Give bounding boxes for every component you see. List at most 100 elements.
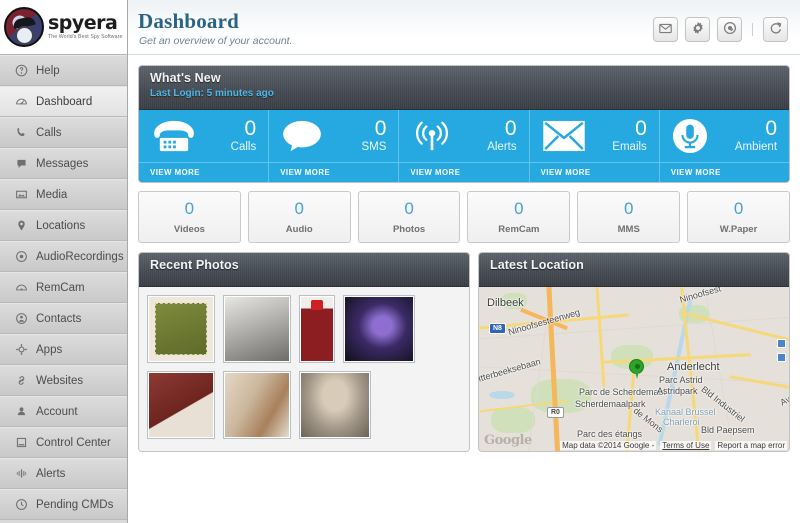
map-label: Kanaal Brussel bbox=[655, 407, 716, 417]
sidebar-item-locations[interactable]: Locations bbox=[0, 210, 127, 241]
microphone-icon bbox=[672, 118, 708, 154]
dashboard-app: spyera The World's Best Spy Software Hel… bbox=[0, 0, 800, 523]
map-label: Charleroi bbox=[663, 417, 700, 427]
location-marker[interactable] bbox=[629, 359, 644, 379]
ministat-label: Videos bbox=[173, 223, 205, 235]
thumb-vintage-collage[interactable] bbox=[223, 371, 291, 439]
messages-button[interactable] bbox=[653, 17, 678, 42]
sidebar-item-audiorecordings[interactable]: AudioRecordings bbox=[0, 241, 127, 272]
alert-signal-icon bbox=[14, 467, 28, 481]
page-subtitle: Get an overview of your account. bbox=[139, 35, 293, 47]
sidebar-item-label: Calls bbox=[36, 126, 62, 139]
view-more-link[interactable]: VIEW MORE bbox=[529, 162, 659, 182]
apps-gear-icon bbox=[14, 343, 28, 357]
thumb-girl-portrait[interactable] bbox=[299, 371, 371, 439]
tile-label: Emails bbox=[612, 141, 647, 154]
thumb-tablet-device[interactable] bbox=[343, 295, 415, 363]
ministat-audio[interactable]: 0 Audio bbox=[247, 191, 351, 243]
map-control-icon[interactable] bbox=[777, 353, 786, 362]
search-button[interactable] bbox=[717, 17, 742, 42]
sidebar-item-remcam[interactable]: RemCam bbox=[0, 272, 127, 303]
sidebar-item-calls[interactable]: Calls bbox=[0, 117, 127, 148]
sidebar-item-dashboard[interactable]: Dashboard bbox=[0, 86, 127, 117]
dashboard-icon bbox=[14, 95, 28, 109]
ministat-label: W.Paper bbox=[719, 223, 758, 235]
map-control-icon[interactable] bbox=[777, 339, 786, 348]
map-label: Parc des étangs bbox=[577, 429, 643, 439]
highway-badge: N8 bbox=[489, 323, 506, 334]
map-pin-icon bbox=[14, 219, 28, 233]
at-search-icon bbox=[723, 21, 737, 38]
view-more-link[interactable]: VIEW MORE bbox=[659, 162, 789, 182]
envelope-icon bbox=[659, 23, 672, 37]
ministat-value: 0 bbox=[733, 198, 744, 218]
view-more-link[interactable]: VIEW MORE bbox=[139, 162, 269, 182]
thumb-vintage-banner[interactable] bbox=[147, 295, 215, 363]
sidebar-item-label: Messages bbox=[36, 157, 89, 170]
map-label: Parc Astrid bbox=[659, 375, 703, 385]
user-icon bbox=[14, 405, 28, 419]
main-area: Dashboard Get an overview of your accoun… bbox=[128, 0, 800, 523]
sidebar-item-control-center[interactable]: Control Center bbox=[0, 427, 127, 458]
ministat-value: 0 bbox=[514, 198, 524, 218]
sidebar-item-label: AudioRecordings bbox=[36, 250, 124, 263]
settings-button[interactable] bbox=[685, 17, 710, 42]
map-water bbox=[489, 391, 515, 399]
speech-bubble-icon bbox=[281, 119, 323, 153]
ministat-remcam[interactable]: 0 RemCam bbox=[467, 191, 571, 243]
view-more-link[interactable]: VIEW MORE bbox=[399, 162, 529, 182]
ministat-mms[interactable]: 0 MMS bbox=[577, 191, 681, 243]
spy-detective-logo-icon bbox=[4, 7, 44, 47]
sidebar-item-websites[interactable]: Websites bbox=[0, 365, 127, 396]
sidebar-item-alerts[interactable]: Alerts bbox=[0, 458, 127, 489]
tile-ambient[interactable]: 0 Ambient VIEW MORE bbox=[659, 110, 789, 182]
map-label: Dilbeek bbox=[487, 297, 524, 309]
tile-calls[interactable]: 0 Calls VIEW MORE bbox=[139, 110, 270, 182]
ministat-videos[interactable]: 0 Videos bbox=[138, 191, 241, 243]
sidebar-item-pending-cmds[interactable]: Pending CMDs bbox=[0, 489, 127, 520]
view-more-link[interactable]: VIEW MORE bbox=[269, 162, 399, 182]
thumb-desk-tools-bw[interactable] bbox=[223, 295, 291, 363]
mini-stats-row: 0 Videos 0 Audio 0 Photos 0 RemCam 0 MMS… bbox=[138, 191, 790, 243]
thumb-red-gas-pump[interactable] bbox=[299, 295, 335, 363]
tile-label: Alerts bbox=[487, 141, 517, 154]
brand-logo[interactable]: spyera The World's Best Spy Software bbox=[0, 0, 127, 55]
sidebar-item-label: Alerts bbox=[36, 467, 66, 480]
stat-tiles: 0 Calls VIEW MORE 0 SMS VIEW MORE 0 Aler… bbox=[139, 110, 789, 182]
report-map-error-link[interactable]: Report a map error bbox=[715, 440, 787, 450]
latest-location-panel: Latest Location N8 R0 Dilbeek Ninoofsest… bbox=[478, 252, 790, 452]
whats-new-panel: What's New Last Login: 5 minutes ago 0 C… bbox=[138, 65, 790, 183]
audio-disc-icon bbox=[14, 250, 28, 264]
sidebar-item-label: Apps bbox=[36, 343, 63, 356]
tile-sms[interactable]: 0 SMS VIEW MORE bbox=[269, 110, 400, 182]
road-badge: R0 bbox=[547, 407, 564, 418]
tile-value: 0 bbox=[635, 117, 647, 141]
tile-value: 0 bbox=[765, 117, 778, 141]
sidebar-item-label: Pending CMDs bbox=[36, 498, 114, 511]
sidebar-item-label: Websites bbox=[36, 374, 84, 387]
top-bar: Dashboard Get an overview of your accoun… bbox=[128, 0, 800, 55]
tile-emails[interactable]: 0 Emails VIEW MORE bbox=[529, 110, 660, 182]
sidebar-item-media[interactable]: Media bbox=[0, 179, 127, 210]
tile-label: Ambient bbox=[734, 141, 778, 154]
recent-photos-title: Recent Photos bbox=[150, 258, 239, 272]
thumb-red-leather-bag[interactable] bbox=[147, 371, 215, 439]
refresh-button[interactable] bbox=[763, 17, 788, 42]
refresh-icon bbox=[769, 21, 783, 38]
sidebar-item-account[interactable]: Account bbox=[0, 396, 127, 427]
sidebar-item-help[interactable]: Help bbox=[0, 55, 127, 86]
map-label: Parc de Scherdemael bbox=[579, 387, 666, 397]
sidebar-item-apps[interactable]: Apps bbox=[0, 334, 127, 365]
ministat-photos[interactable]: 0 Photos bbox=[357, 191, 461, 243]
sidebar-item-contacts[interactable]: Contacts bbox=[0, 303, 127, 334]
ministat-wpaper[interactable]: 0 W.Paper bbox=[687, 191, 790, 243]
content: What's New Last Login: 5 minutes ago 0 C… bbox=[128, 55, 800, 452]
help-icon bbox=[14, 64, 28, 78]
map-canvas[interactable]: N8 R0 Dilbeek Ninoofsesteenweg Ninoofses… bbox=[479, 287, 789, 451]
tile-alerts[interactable]: 0 Alerts VIEW MORE bbox=[399, 110, 530, 182]
terms-of-use-link[interactable]: Terms of Use bbox=[660, 440, 712, 450]
control-panel-icon bbox=[14, 436, 28, 450]
sidebar-item-messages[interactable]: Messages bbox=[0, 148, 127, 179]
link-icon bbox=[14, 374, 28, 388]
last-login-text: Last Login: 5 minutes ago bbox=[150, 88, 274, 99]
